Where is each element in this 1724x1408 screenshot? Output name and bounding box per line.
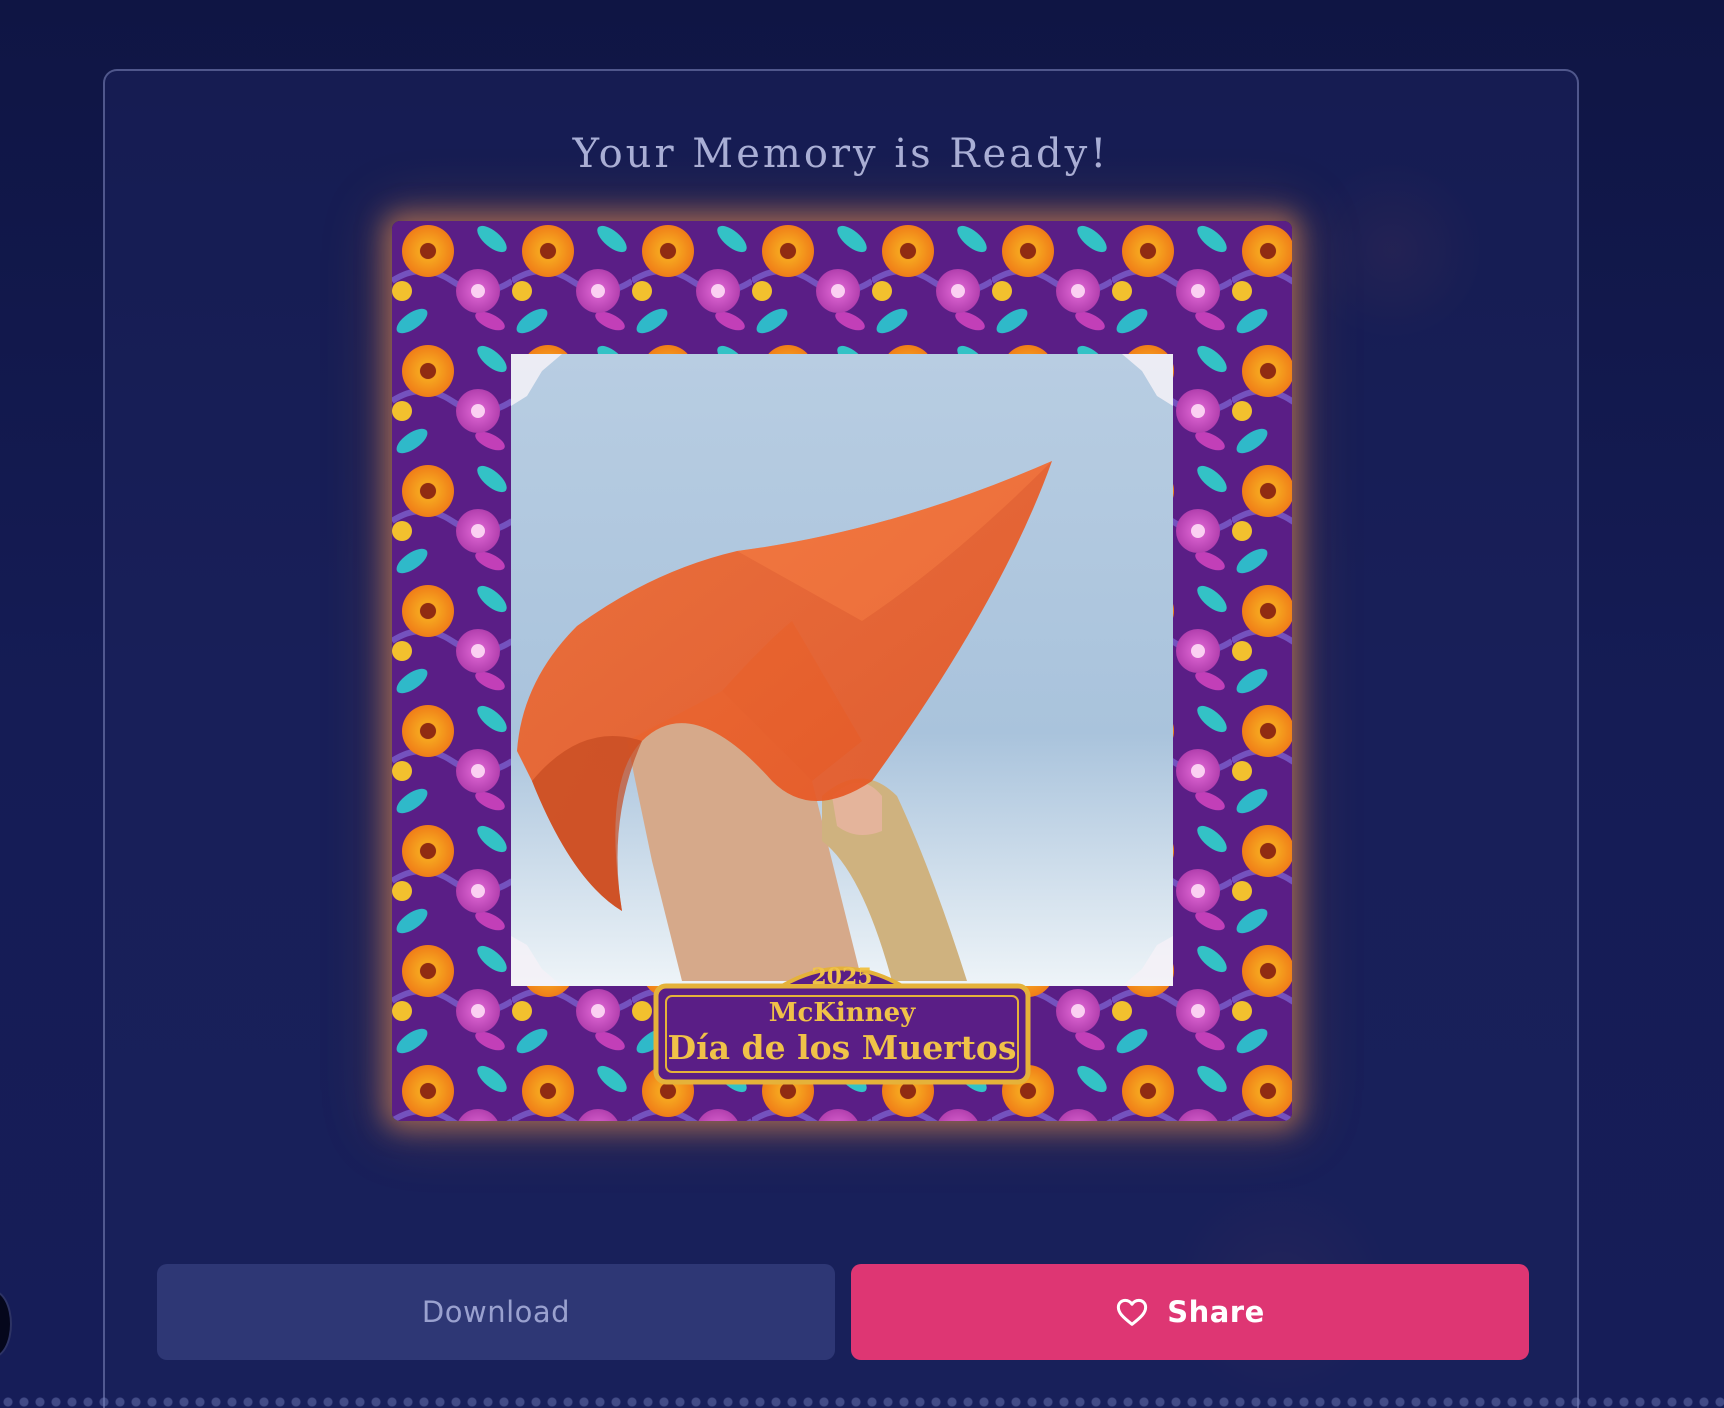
page: Your Memory is Ready! 2025 McKinney Día … <box>0 0 1724 1408</box>
decorative-border <box>0 1396 1724 1408</box>
heart-icon <box>1115 1297 1149 1327</box>
side-handle[interactable] <box>0 1290 12 1358</box>
badge-city: McKinney <box>769 998 916 1028</box>
page-title: Your Memory is Ready! <box>572 131 1110 177</box>
result-card: Your Memory is Ready! 2025 McKinney Día … <box>103 69 1579 1408</box>
share-button-label: Share <box>1167 1295 1265 1329</box>
download-button[interactable]: Download <box>157 1264 835 1360</box>
share-button[interactable]: Share <box>851 1264 1529 1360</box>
badge-year: 2025 <box>811 964 872 990</box>
framed-photo-image: 2025 McKinney Día de los Muertos <box>392 221 1292 1121</box>
framed-photo: 2025 McKinney Día de los Muertos <box>392 221 1292 1121</box>
download-button-label: Download <box>421 1295 571 1329</box>
badge-event: Día de los Muertos <box>668 1028 1017 1067</box>
